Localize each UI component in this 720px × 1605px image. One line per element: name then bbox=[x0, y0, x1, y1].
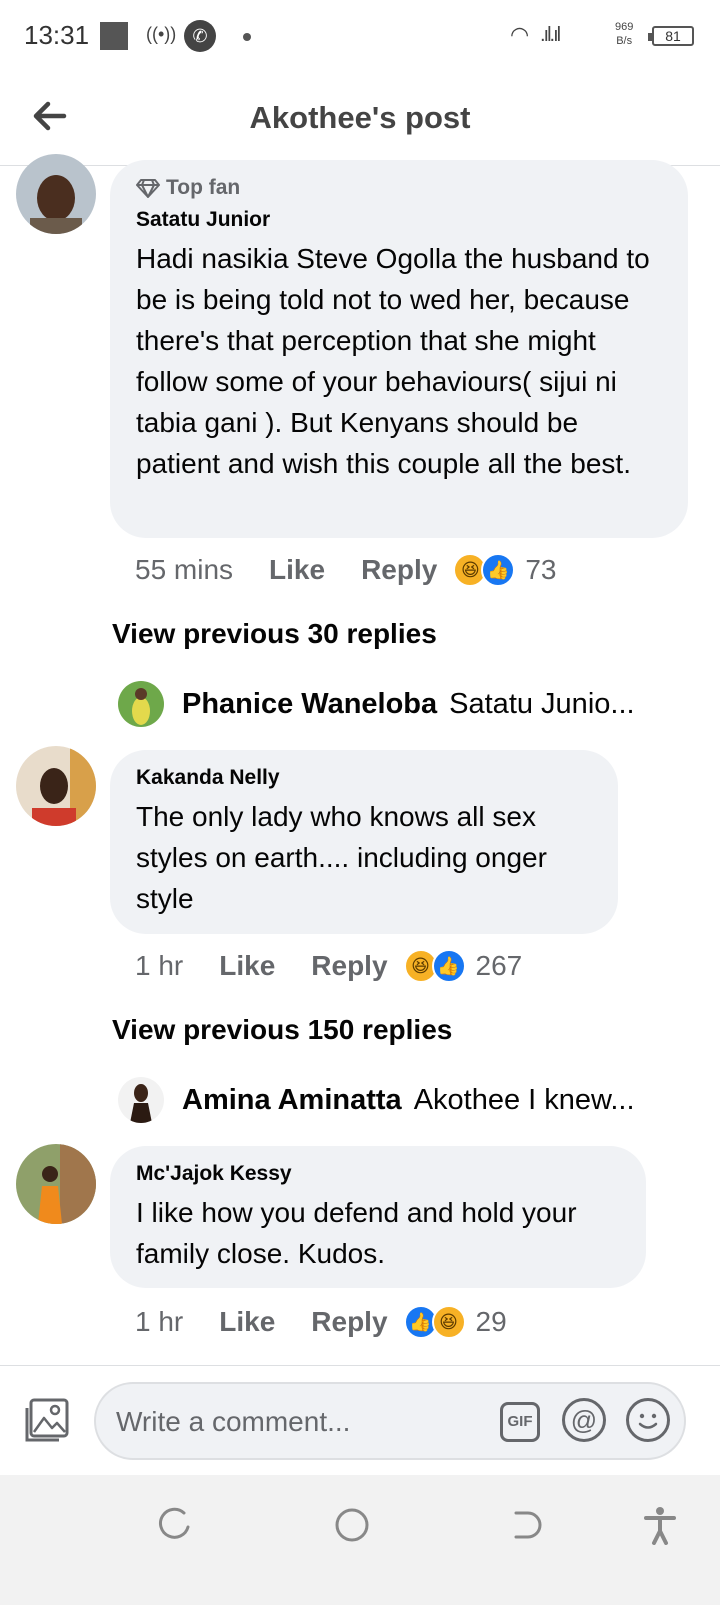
comment-author[interactable]: Kakanda Nelly bbox=[136, 766, 592, 790]
status-bar: 13:31 ((•)) ✆ ◠ .ıl.ıl 969 B/s 81 bbox=[0, 0, 720, 72]
recent-apps-icon[interactable] bbox=[156, 1505, 196, 1545]
wifi-icon: ◠ bbox=[510, 22, 530, 47]
gif-icon[interactable]: GIF bbox=[500, 1402, 540, 1442]
reactions-summary[interactable]: 😆 👍 bbox=[453, 553, 516, 587]
like-reaction-icon: 👍 bbox=[481, 553, 516, 587]
network-speed: 969 B/s bbox=[615, 20, 633, 48]
comment-bubble[interactable]: Top fan Satatu Junior Hadi nasikia Steve… bbox=[110, 160, 688, 538]
reply-button[interactable]: Reply bbox=[361, 554, 437, 586]
comment-input-box[interactable]: GIF @ bbox=[94, 1382, 686, 1460]
back-nav-icon[interactable] bbox=[508, 1505, 548, 1545]
comment-author[interactable]: Satatu Junior bbox=[136, 208, 662, 232]
comment-time[interactable]: 55 mins bbox=[135, 554, 233, 586]
latest-reply-preview[interactable]: Phanice Waneloba Satatu Junio... bbox=[118, 680, 635, 728]
like-button[interactable]: Like bbox=[269, 554, 325, 586]
comment-time[interactable]: 1 hr bbox=[135, 1306, 183, 1338]
haha-reaction-icon: 😆 bbox=[431, 1305, 466, 1339]
signal-icon: .ıl.ıl bbox=[540, 24, 561, 46]
more-notifications-icon bbox=[243, 33, 251, 41]
avatar-photo bbox=[16, 746, 96, 826]
battery-icon: 81 bbox=[648, 26, 694, 46]
comment-bubble[interactable]: Kakanda Nelly The only lady who knows al… bbox=[110, 750, 618, 934]
network-speed-value: 969 bbox=[615, 21, 634, 33]
reply-snippet: Satatu Junio... bbox=[449, 687, 635, 720]
avatar-photo bbox=[16, 1144, 96, 1224]
comment-actions: 1 hr Like Reply 😆 👍 267 bbox=[135, 946, 522, 986]
reply-author: Amina Aminatta bbox=[182, 1083, 402, 1116]
comment-actions: 1 hr Like Reply 👍 😆 29 bbox=[135, 1302, 507, 1342]
app-header: Akothee's post bbox=[0, 72, 720, 166]
reaction-count: 267 bbox=[475, 950, 523, 981]
avatar[interactable] bbox=[16, 746, 96, 826]
avatar-photo bbox=[16, 154, 96, 234]
system-navigation-bar bbox=[0, 1475, 720, 1605]
reply-author: Phanice Waneloba bbox=[182, 687, 438, 720]
view-previous-replies-link[interactable]: View previous 150 replies bbox=[112, 1014, 452, 1046]
reply-button[interactable]: Reply bbox=[311, 950, 387, 982]
accessibility-icon[interactable] bbox=[640, 1505, 680, 1545]
like-reaction-icon: 👍 bbox=[431, 949, 466, 983]
avatar[interactable] bbox=[16, 1144, 96, 1224]
comment-text: I like how you defend and hold your fami… bbox=[136, 1197, 577, 1269]
photo-icon[interactable] bbox=[22, 1396, 72, 1446]
comment-composer: GIF @ bbox=[0, 1365, 720, 1475]
avatar bbox=[118, 1077, 164, 1123]
status-time: 13:31 bbox=[24, 20, 90, 50]
comment-input[interactable] bbox=[116, 1402, 486, 1442]
network-speed-unit: B/s bbox=[616, 35, 633, 47]
emoji-icon[interactable] bbox=[626, 1398, 670, 1442]
view-previous-replies-link[interactable]: View previous 30 replies bbox=[112, 618, 437, 650]
comment-text: The only lady who knows all sex styles o… bbox=[136, 801, 547, 914]
reaction-count: 73 bbox=[525, 554, 557, 585]
like-button[interactable]: Like bbox=[219, 1306, 275, 1338]
diamond-icon bbox=[136, 179, 160, 198]
comment-author[interactable]: Mc'Jajok Kessy bbox=[136, 1162, 620, 1186]
like-button[interactable]: Like bbox=[219, 950, 275, 982]
reactions-summary[interactable]: 😆 👍 bbox=[403, 949, 466, 983]
hotspot-icon: ((•)) bbox=[146, 24, 177, 44]
call-icon: ✆ bbox=[184, 20, 216, 52]
top-fan-badge: Top fan bbox=[136, 176, 662, 200]
mention-icon[interactable]: @ bbox=[562, 1398, 606, 1442]
home-icon[interactable] bbox=[332, 1505, 372, 1545]
comment-text: Hadi nasikia Steve Ogolla the husband to… bbox=[136, 243, 650, 479]
reply-button[interactable]: Reply bbox=[311, 1306, 387, 1338]
reply-snippet: Akothee I knew... bbox=[413, 1083, 635, 1116]
reaction-count: 29 bbox=[475, 1306, 507, 1337]
latest-reply-preview[interactable]: Amina Aminatta Akothee I knew... bbox=[118, 1076, 635, 1124]
page-title: Akothee's post bbox=[249, 100, 471, 135]
avatar bbox=[118, 681, 164, 727]
badge-label: Top fan bbox=[166, 176, 241, 199]
reactions-summary[interactable]: 👍 😆 bbox=[403, 1305, 466, 1339]
comment-bubble[interactable]: Mc'Jajok Kessy I like how you defend and… bbox=[110, 1146, 646, 1288]
gallery-notification-icon bbox=[100, 22, 128, 50]
comment-time[interactable]: 1 hr bbox=[135, 950, 183, 982]
comment-actions: 55 mins Like Reply 😆 👍 73 bbox=[135, 550, 556, 590]
avatar[interactable] bbox=[16, 154, 96, 234]
